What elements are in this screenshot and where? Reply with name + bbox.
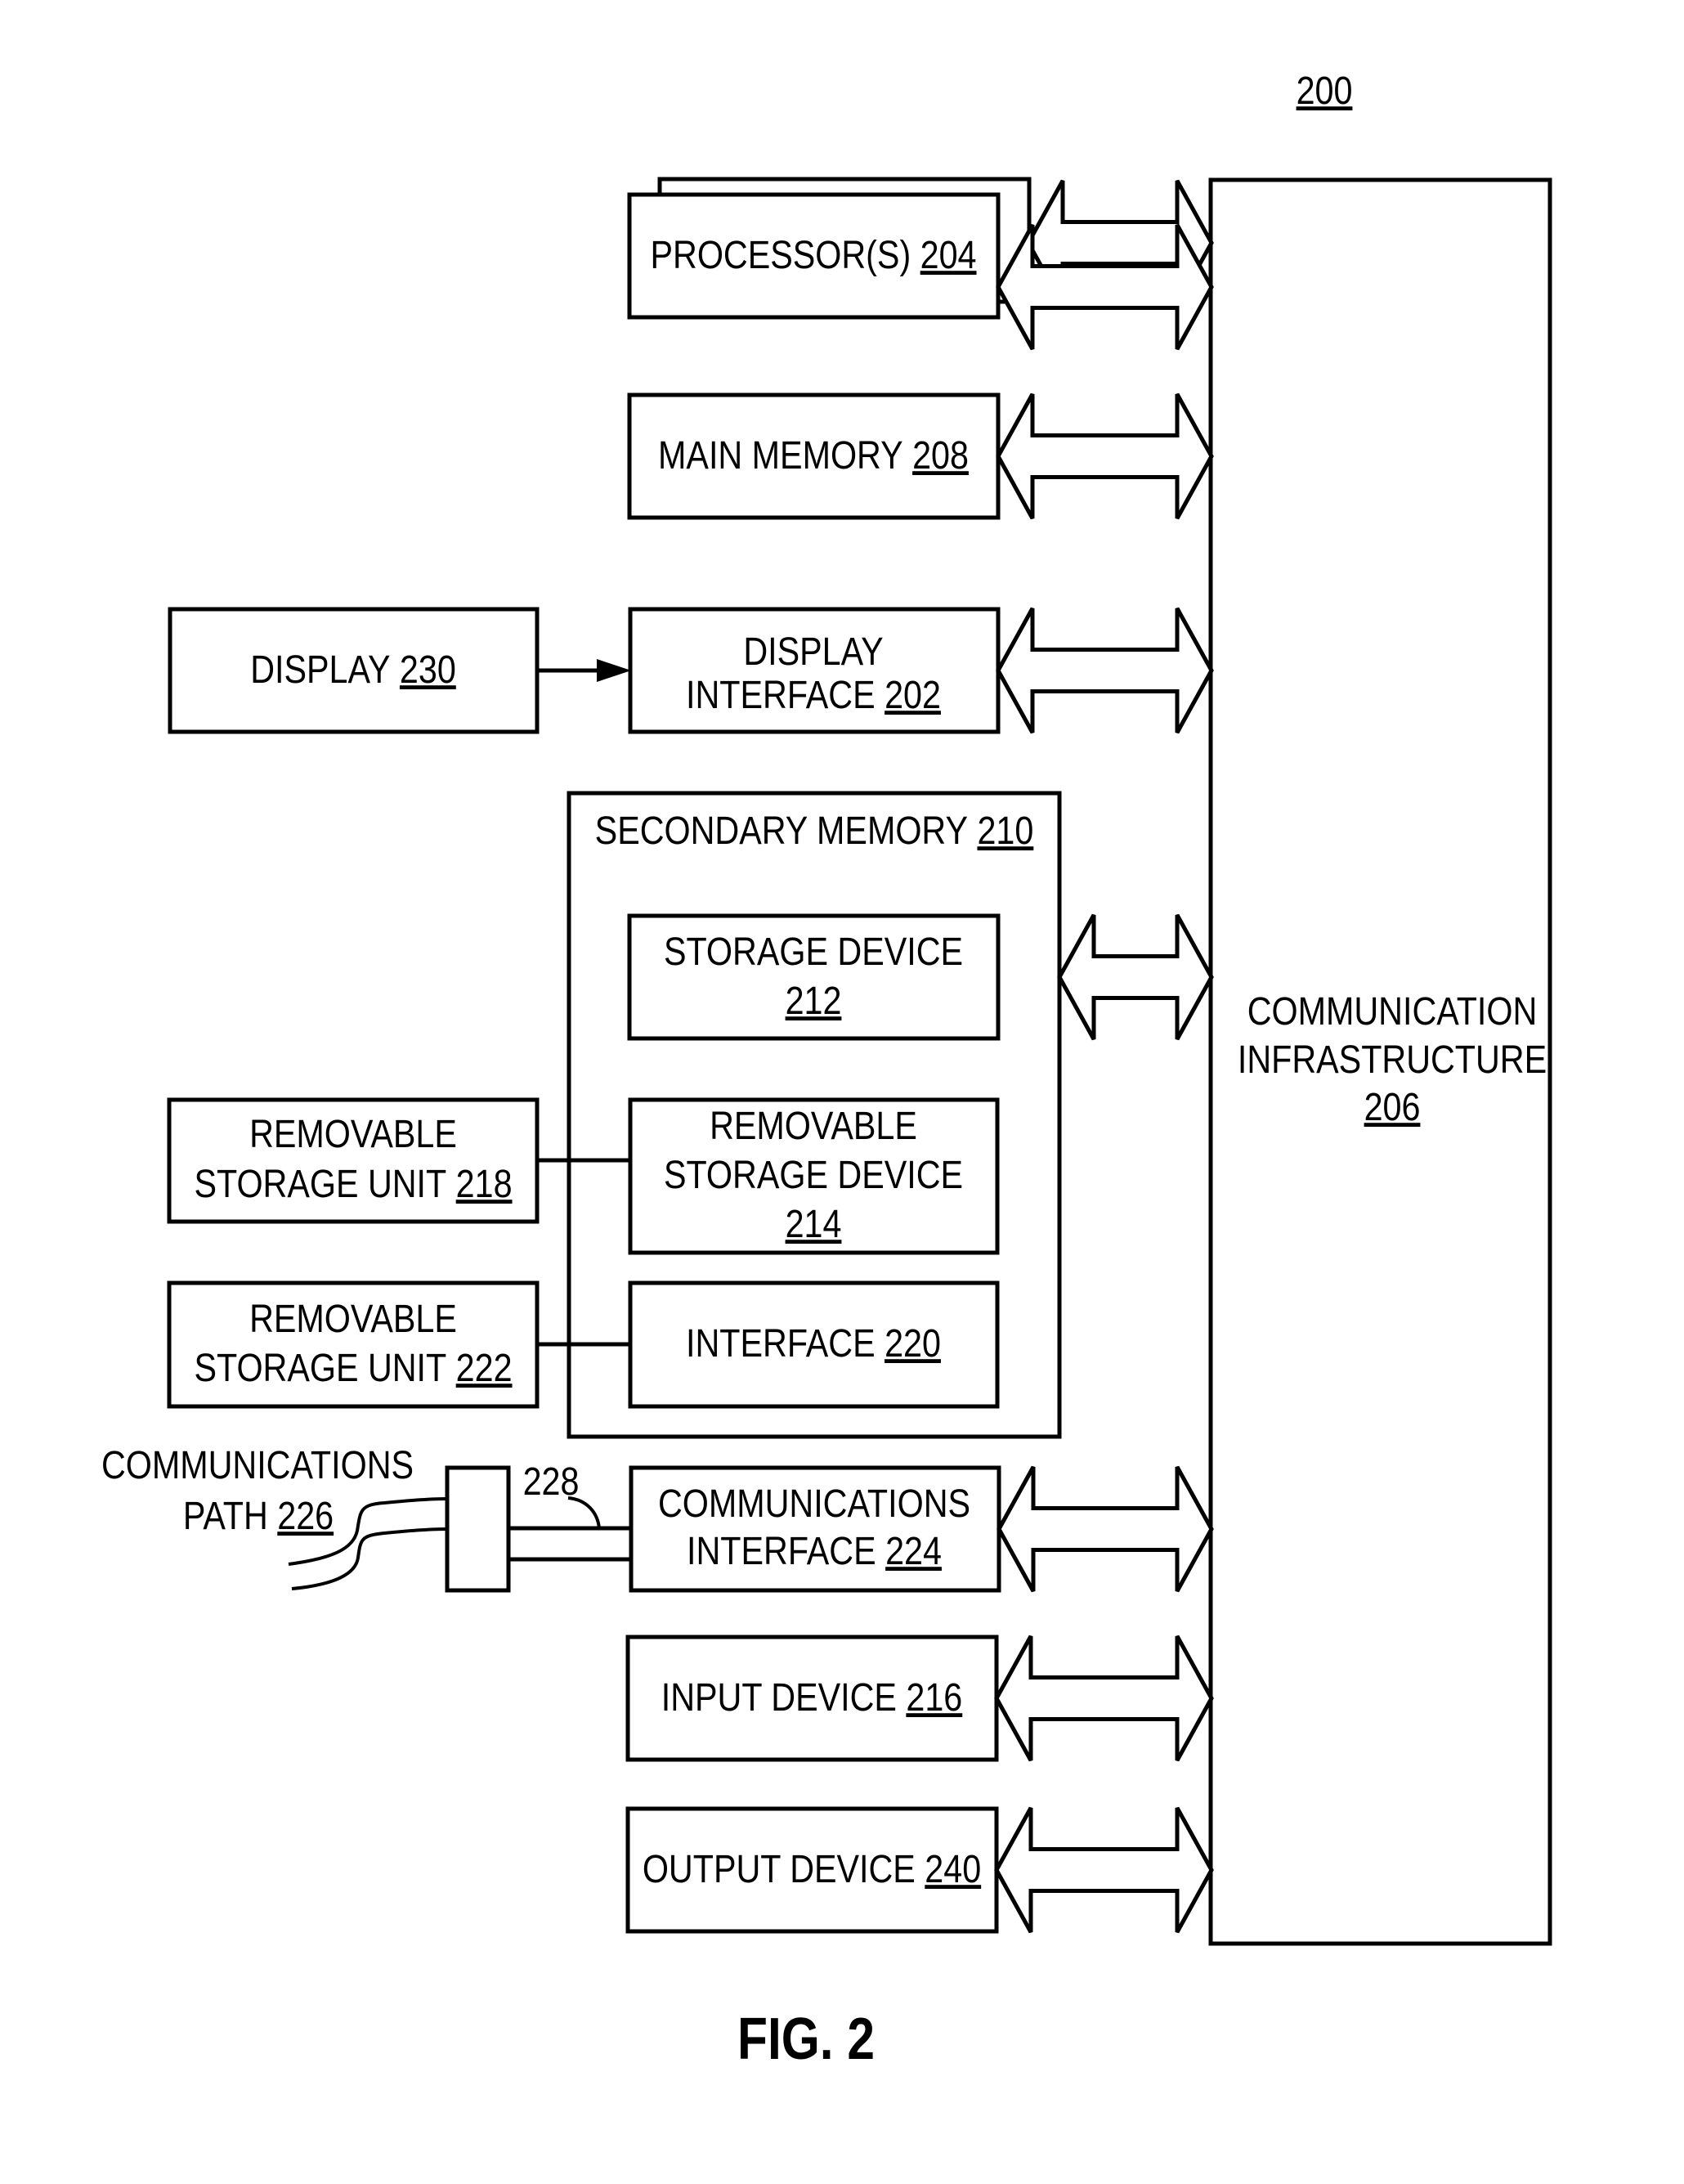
communications-interface-bus-arrow: [997, 1465, 1214, 1593]
display-interface-block: DISPLAY INTERFACE 202: [628, 607, 1214, 734]
display-block: DISPLAY 230: [168, 607, 631, 734]
display-label: DISPLAY 230: [250, 648, 456, 692]
communications-interface-block: COMMUNICATIONS INTERFACE 224: [629, 1465, 1214, 1593]
processor-label: PROCESSOR(S) 204: [650, 233, 976, 277]
communications-interface-label-line1: COMMUNICATIONS: [658, 1482, 970, 1526]
communication-infrastructure-label-line1: COMMUNICATION: [1247, 989, 1538, 1034]
storage-device-block: STORAGE DEVICE 212: [627, 913, 1001, 1041]
removable-storage-device-label-line1: REMOVABLE: [710, 1104, 917, 1148]
removable-storage-unit-222-block: REMOVABLE STORAGE UNIT 222: [167, 1280, 630, 1409]
communications-interface-label-line2: INTERFACE 224: [687, 1529, 942, 1573]
display-to-interface-arrowhead: [597, 659, 631, 682]
display-interface-label-line2: INTERFACE 202: [686, 673, 941, 717]
removable-storage-unit-222-label-line2: STORAGE UNIT 222: [194, 1346, 512, 1390]
communications-path-label-line2: PATH 226: [183, 1494, 334, 1538]
removable-storage-device-block: REMOVABLE STORAGE DEVICE 214: [628, 1097, 1000, 1255]
removable-storage-unit-218-block: REMOVABLE STORAGE UNIT 218: [167, 1097, 630, 1224]
main-memory-block: MAIN MEMORY 208: [627, 392, 1214, 520]
communication-infrastructure-label-line2: INFRASTRUCTURE: [1238, 1038, 1547, 1082]
communications-path-label-line1: COMMUNICATIONS: [101, 1443, 414, 1487]
storage-device-label: STORAGE DEVICE: [664, 930, 963, 974]
channel-connector: [445, 1465, 511, 1593]
storage-device-ref: 212: [786, 979, 842, 1023]
figure-caption: FIG. 2: [737, 2007, 875, 2072]
figure-reference-number: 200: [1297, 69, 1353, 113]
input-device-bus-arrow: [994, 1635, 1214, 1762]
main-memory-bus-arrow: [996, 392, 1214, 520]
block-diagram: 200 COMMUNICATION INFRASTRUCTURE 206 PRO…: [101, 69, 1552, 2072]
output-device-block: OUTPUT DEVICE 240: [625, 1806, 1214, 1934]
interface-220-label: INTERFACE 220: [686, 1321, 941, 1366]
display-interface-bus-arrow: [996, 607, 1214, 734]
output-device-bus-arrow: [994, 1806, 1214, 1934]
communication-infrastructure-block: COMMUNICATION INFRASTRUCTURE 206: [1208, 177, 1552, 1946]
main-memory-label: MAIN MEMORY 208: [658, 433, 969, 478]
secondary-memory-label: SECONDARY MEMORY 210: [595, 809, 1034, 853]
communications-path: COMMUNICATIONS PATH 226 228: [101, 1443, 631, 1593]
removable-storage-device-label-line2: STORAGE DEVICE: [664, 1153, 963, 1197]
communication-infrastructure-ref: 206: [1364, 1085, 1421, 1129]
interface-220-block: INTERFACE 220: [628, 1280, 1000, 1409]
figure-reference-number-text: 200: [1297, 69, 1353, 113]
output-device-label: OUTPUT DEVICE 240: [643, 1847, 981, 1891]
removable-storage-unit-222-label-line1: REMOVABLE: [249, 1297, 457, 1341]
removable-storage-unit-218-label-line1: REMOVABLE: [249, 1112, 457, 1156]
input-device-label: INPUT DEVICE 216: [661, 1675, 962, 1720]
secondary-memory-bus-arrow: [1057, 913, 1214, 1041]
removable-storage-unit-218-label-line2: STORAGE UNIT 218: [194, 1162, 512, 1206]
processor-block: PROCESSOR(S) 204: [627, 192, 1214, 351]
removable-storage-device-ref: 214: [786, 1202, 842, 1246]
input-device-block: INPUT DEVICE 216: [625, 1635, 1214, 1762]
display-interface-label-line1: DISPLAY: [743, 630, 883, 674]
